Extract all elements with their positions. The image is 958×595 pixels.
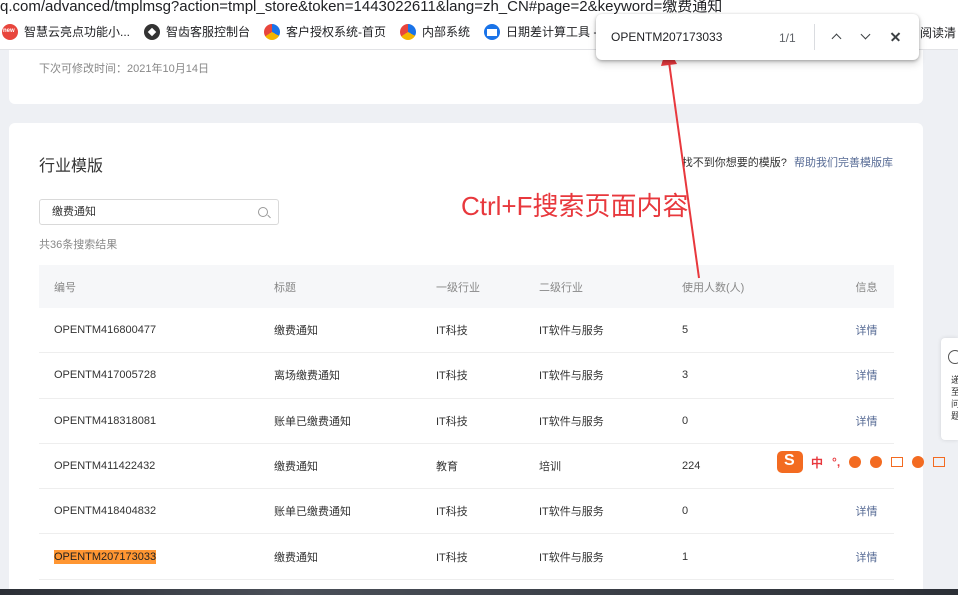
industry-primary: IT科技	[436, 370, 468, 383]
template-id: OPENTM417005728	[54, 369, 157, 382]
bookmark-label: 智齿客服控制台	[166, 25, 251, 39]
chevron-up-icon[interactable]	[828, 28, 846, 46]
ime-mode[interactable]: 中	[811, 454, 823, 471]
template-title: 缴费通知	[274, 325, 318, 338]
industry-primary: IT科技	[436, 325, 468, 338]
swirl-icon	[264, 23, 281, 40]
bookmark-item[interactable]: 客户授权系统-首页	[264, 23, 386, 40]
details-link[interactable]: 详情	[839, 322, 894, 338]
bookmark-item[interactable]: 智慧云亮点功能小...	[2, 23, 130, 40]
column-header: 信息	[855, 281, 878, 294]
user-count: 3	[682, 369, 689, 382]
sogou-logo-icon[interactable]	[777, 451, 803, 473]
industry-secondary: IT软件与服务	[539, 325, 604, 338]
widget-text: 递 至 问 题	[951, 375, 958, 421]
close-icon[interactable]	[887, 28, 905, 46]
template-title: 账单已缴费通知	[274, 506, 351, 519]
emoji-icon[interactable]	[849, 456, 862, 468]
bookmark-label: 内部系统	[422, 25, 471, 39]
template-search-input[interactable]	[52, 205, 252, 217]
details-link[interactable]: 详情	[839, 413, 894, 429]
user-count: 0	[682, 414, 689, 427]
column-header: 使用人数(人)	[682, 281, 745, 294]
address-bar[interactable]: q.com/advanced/tmplmsg?action=tmpl_store…	[0, 0, 958, 14]
find-input[interactable]	[611, 30, 761, 44]
improve-library-link[interactable]: 帮助我们完善模版库	[794, 157, 893, 169]
template-id: OPENTM418404832	[54, 505, 157, 518]
keyboard-icon[interactable]	[891, 457, 904, 467]
annotation-text: Ctrl+F搜索页面内容	[461, 191, 689, 221]
industry-primary: IT科技	[436, 506, 468, 519]
table-row: OPENTM416800477 缴费通知 IT科技 IT软件与服务 5 详情	[39, 308, 894, 354]
column-header: 二级行业	[539, 281, 583, 294]
bookmark-item[interactable]: 智齿客服控制台	[144, 23, 250, 40]
search-icon[interactable]	[258, 207, 268, 217]
user-count: 5	[682, 324, 689, 337]
table-row: OPENTM418318081 账单已缴费通知 IT科技 IT软件与服务 0 详…	[39, 399, 894, 444]
template-id: OPENTM416800477	[54, 324, 157, 337]
compass-icon	[144, 23, 161, 40]
find-bar-divider	[814, 24, 815, 50]
help-text: 找不到你想要的模版? 帮助我们完善模版库	[682, 154, 893, 170]
swirl-icon	[400, 23, 417, 40]
bookmark-item[interactable]: 内部系统	[400, 23, 470, 40]
skin-icon[interactable]	[933, 457, 946, 467]
floating-help-widget[interactable]: 递 至 问 题	[941, 338, 958, 440]
industry-secondary: IT软件与服务	[539, 415, 604, 428]
industry-primary: 教育	[436, 461, 458, 474]
result-count: 共36条搜索结果	[39, 239, 118, 251]
column-header: 标题	[274, 281, 296, 294]
microphone-icon[interactable]	[870, 456, 883, 468]
industry-primary: IT科技	[436, 415, 468, 428]
column-header: 编号	[54, 281, 76, 294]
ime-toolbar[interactable]: 中 °,	[777, 449, 958, 475]
help-prompt: 找不到你想要的模版?	[681, 157, 787, 169]
find-match-highlight: OPENTM207173033	[54, 549, 157, 564]
industry-secondary: 培训	[539, 461, 561, 474]
calculator-icon	[484, 23, 501, 40]
bookmark-label: 智慧云亮点功能小...	[24, 25, 131, 39]
column-header: 一级行业	[436, 281, 480, 294]
new-badge-icon	[2, 23, 18, 40]
section-title: 行业模版	[39, 158, 104, 175]
details-link[interactable]: 详情	[839, 503, 894, 519]
template-title: 缴费通知	[274, 551, 318, 564]
taskbar-strip	[0, 589, 958, 595]
table-row: OPENTM411422432 缴费通知 教育 培训 224	[39, 444, 894, 490]
table-row: OPENTM418404832 账单已缴费通知 IT科技 IT软件与服务 0 详…	[39, 489, 894, 535]
template-id: OPENTM411422432	[54, 460, 156, 473]
details-link[interactable]: 详情	[839, 549, 894, 565]
templates-table: 编号 标题 一级行业 二级行业 使用人数(人) 信息 OPENTM4168004…	[39, 265, 894, 580]
find-match-count: 1/1	[779, 31, 796, 45]
user-icon[interactable]	[912, 456, 925, 468]
industry-secondary: IT软件与服务	[539, 551, 604, 564]
industry-secondary: IT软件与服务	[539, 370, 604, 383]
table-header: 编号 标题 一级行业 二级行业 使用人数(人) 信息	[39, 265, 894, 308]
table-row: OPENTM417005728 离场缴费通知 IT科技 IT软件与服务 3 详情	[39, 353, 894, 399]
user-count: 0	[682, 505, 689, 518]
find-bar: 1/1	[596, 14, 919, 60]
bookmark-label: 客户授权系统-首页	[286, 25, 387, 39]
industry-primary: IT科技	[436, 551, 468, 564]
question-icon[interactable]	[948, 350, 958, 364]
table-row: OPENTM207173033 缴费通知 IT科技 IT软件与服务 1 详情	[39, 534, 894, 580]
details-link[interactable]: 详情	[839, 367, 894, 383]
bookmark-item[interactable]: 日期差计算工具 -...	[484, 23, 607, 40]
template-id-cell: OPENTM207173033	[39, 549, 259, 564]
ime-punctuation[interactable]: °,	[832, 455, 840, 469]
next-modify-time: 下次可修改时间：2021年10月14日	[39, 63, 209, 75]
user-count: 1	[682, 550, 689, 563]
template-search-box[interactable]	[39, 199, 279, 225]
template-title: 缴费通知	[274, 461, 318, 474]
chevron-down-icon[interactable]	[857, 28, 875, 46]
url-text[interactable]: q.com/advanced/tmplmsg?action=tmpl_store…	[0, 0, 722, 14]
template-title: 离场缴费通知	[274, 370, 340, 383]
bookmark-label: 日期差计算工具 -...	[506, 25, 608, 39]
template-title: 账单已缴费通知	[274, 415, 351, 428]
template-id: OPENTM418318081	[54, 414, 157, 427]
industry-secondary: IT软件与服务	[539, 506, 604, 519]
reading-list-label: 阅读清	[919, 25, 956, 40]
